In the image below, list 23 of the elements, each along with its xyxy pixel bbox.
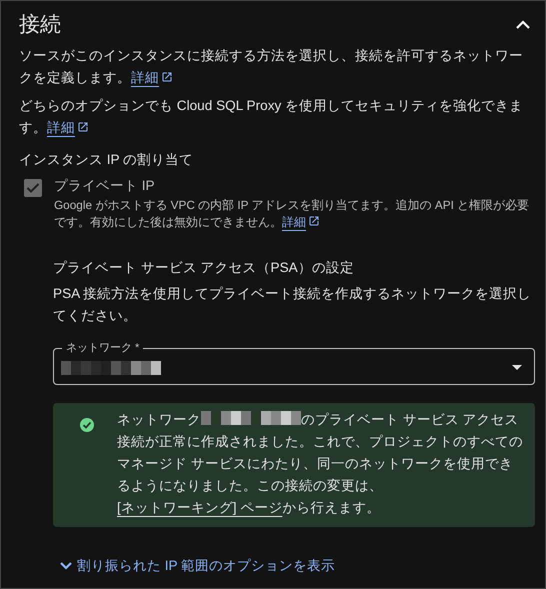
field-label: ネットワーク * (65, 341, 140, 355)
alert-message: ネットワーク のプライベート サービス アクセス接続が正常に作成されました。これで、プロジェクトのすべてのマネージド サービスにわたり、同一のネットワークを使用できるようになりました。この接続の変更は、 [ネットワーキング] ページから行えます。 (117, 409, 523, 517)
check-circle-icon (79, 417, 95, 433)
chevron-icon (515, 19, 531, 29)
redacted-name-icon (201, 410, 301, 426)
network-select[interactable]: ネットワーク * (53, 341, 535, 385)
show-ip-range-options-toggle[interactable]: 割り振られた IP 範囲のオプションを表示 (59, 557, 336, 575)
learn-more-link[interactable]: 詳細 (47, 120, 89, 135)
description-text: ソースがこのインスタンスに接続する方法を選択し、接続を許可するネットワークを定義します。詳細 (19, 47, 524, 87)
checkbox-label: プライベート IP (54, 177, 156, 195)
section-heading: インスタンス IP の割り当て (19, 151, 194, 169)
dropdown-arrow-icon (512, 365, 522, 370)
section-title: 接続 (19, 12, 61, 38)
external-link-icon (77, 121, 89, 133)
description-text: どちらのオプションでも Cloud SQL Proxy を使用してセキュリティを強化できます。詳細 (19, 97, 524, 137)
external-link-icon (161, 71, 173, 83)
option-description: Google がホストする VPC の内部 IP アドレスを割り当てます。追加の API と権限が必要です。有効にした後は無効にできません。詳細 (54, 197, 530, 231)
networking-page-link[interactable]: [ネットワーキング] ページ (117, 500, 282, 515)
psa-description: PSA 接続方法を使用してプライベート接続を作成するネットワークを選択してください。 (53, 285, 532, 325)
learn-more-link[interactable]: 詳細 (131, 70, 173, 85)
redacted-value-icon (61, 360, 161, 376)
psa-heading: プライベート サービス アクセス（PSA）の設定 (53, 259, 355, 277)
external-link-icon (308, 215, 320, 227)
